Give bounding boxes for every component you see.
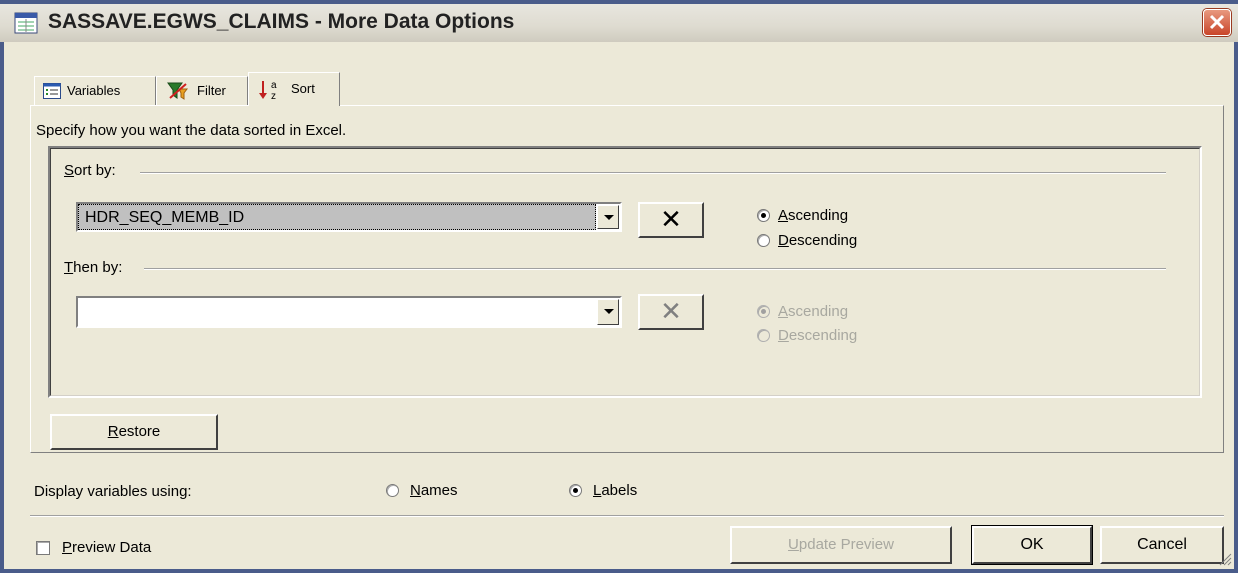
preview-mnemonic: P: [62, 539, 73, 556]
resize-grip-icon[interactable]: [1218, 552, 1232, 566]
tab-sort[interactable]: a z Sort: [248, 72, 340, 106]
sort-by-field[interactable]: HDR_SEQ_MEMB_ID: [78, 204, 596, 230]
sort-by-mnemonic: S: [64, 162, 75, 179]
sort-by-descending-radio[interactable]: [757, 234, 770, 247]
then-by-label: Then by:: [64, 259, 122, 276]
labels-radio[interactable]: [569, 484, 582, 497]
then-by-descending-radio[interactable]: [757, 329, 770, 342]
descending-mnemonic: D: [778, 327, 789, 344]
sort-by-descending-label: Descending: [778, 232, 857, 249]
funnel-icon: [167, 82, 188, 100]
then-by-label-rest: hen by:: [73, 259, 123, 276]
then-by-ascending-radio[interactable]: [757, 305, 770, 318]
then-by-combobox[interactable]: [76, 296, 622, 328]
ascending-mnemonic: A: [778, 303, 789, 320]
then-by-descending-label: Descending: [778, 327, 857, 344]
names-mnemonic: N: [410, 482, 421, 499]
ascending-label-rest: scending: [788, 303, 849, 320]
tab-label: Sort: [291, 81, 315, 96]
restore-mnemonic: R: [107, 423, 119, 440]
sort-by-divider: [140, 172, 1166, 174]
sort-az-icon: a z: [259, 80, 277, 101]
sort-by-ascending-label: Ascending: [778, 207, 848, 224]
preview-data-checkbox[interactable]: [36, 541, 50, 555]
then-by-dropdown-button[interactable]: [597, 299, 619, 325]
sort-by-label: Sort by:: [64, 162, 116, 179]
sort-by-combobox[interactable]: HDR_SEQ_MEMB_ID: [76, 202, 622, 232]
close-button[interactable]: [1203, 9, 1231, 36]
restore-label-rest: estore: [118, 423, 161, 440]
cancel-button[interactable]: Cancel: [1100, 526, 1224, 564]
tab-filter[interactable]: Filter: [156, 76, 248, 105]
tab-label: Variables: [67, 83, 121, 98]
names-radio[interactable]: [386, 484, 399, 497]
app-icon: [14, 12, 38, 34]
descending-label-rest: escending: [788, 327, 858, 344]
sort-by-ascending-radio[interactable]: [757, 209, 770, 222]
preview-data-label: Preview Data: [62, 539, 151, 556]
clear-icon: ✕: [660, 296, 682, 326]
then-by-ascending-label: Ascending: [778, 303, 848, 320]
descending-mnemonic: D: [778, 232, 789, 249]
sort-instruction: Specify how you want the data sorted in …: [36, 122, 347, 139]
ok-button[interactable]: OK: [972, 526, 1092, 564]
restore-button[interactable]: Restore: [50, 414, 218, 450]
names-label: Names: [410, 482, 458, 499]
svg-text:a: a: [271, 80, 277, 91]
sort-options-frame-inner: [50, 148, 1200, 396]
then-by-field[interactable]: [78, 298, 596, 326]
sort-by-dropdown-button[interactable]: [597, 205, 619, 229]
ascending-label-rest: scending: [788, 207, 849, 224]
then-by-clear-button[interactable]: ✕: [638, 294, 704, 330]
tab-label: Filter: [197, 83, 226, 98]
descending-label-rest: escending: [788, 232, 858, 249]
then-by-divider: [144, 268, 1166, 270]
title-bar[interactable]: SASSAVE.EGWS_CLAIMS - More Data Options: [0, 0, 1238, 42]
preview-label-rest: review Data: [72, 539, 152, 556]
names-label-rest: ames: [420, 482, 458, 499]
update-preview-button[interactable]: Update Preview: [730, 526, 952, 564]
display-variables-label: Display variables using:: [34, 483, 192, 500]
labels-label: Labels: [593, 482, 637, 499]
window-title: SASSAVE.EGWS_CLAIMS - More Data Options: [48, 10, 515, 33]
update-preview-label-rest: pdate Preview: [798, 536, 894, 553]
list-icon: [43, 83, 61, 99]
tab-variables[interactable]: Variables: [34, 76, 156, 105]
update-preview-mnemonic: U: [788, 536, 799, 553]
then-by-mnemonic: T: [64, 259, 74, 276]
sort-by-value: HDR_SEQ_MEMB_ID: [85, 209, 245, 226]
sort-by-clear-button[interactable]: ✕: [638, 202, 704, 238]
clear-icon: ✕: [660, 204, 682, 234]
ascending-mnemonic: A: [778, 207, 789, 224]
close-icon: [1209, 14, 1225, 30]
svg-text:z: z: [271, 91, 276, 101]
sort-by-label-rest: ort by:: [74, 162, 116, 179]
labels-label-rest: abels: [601, 482, 638, 499]
footer-separator: [30, 515, 1224, 517]
